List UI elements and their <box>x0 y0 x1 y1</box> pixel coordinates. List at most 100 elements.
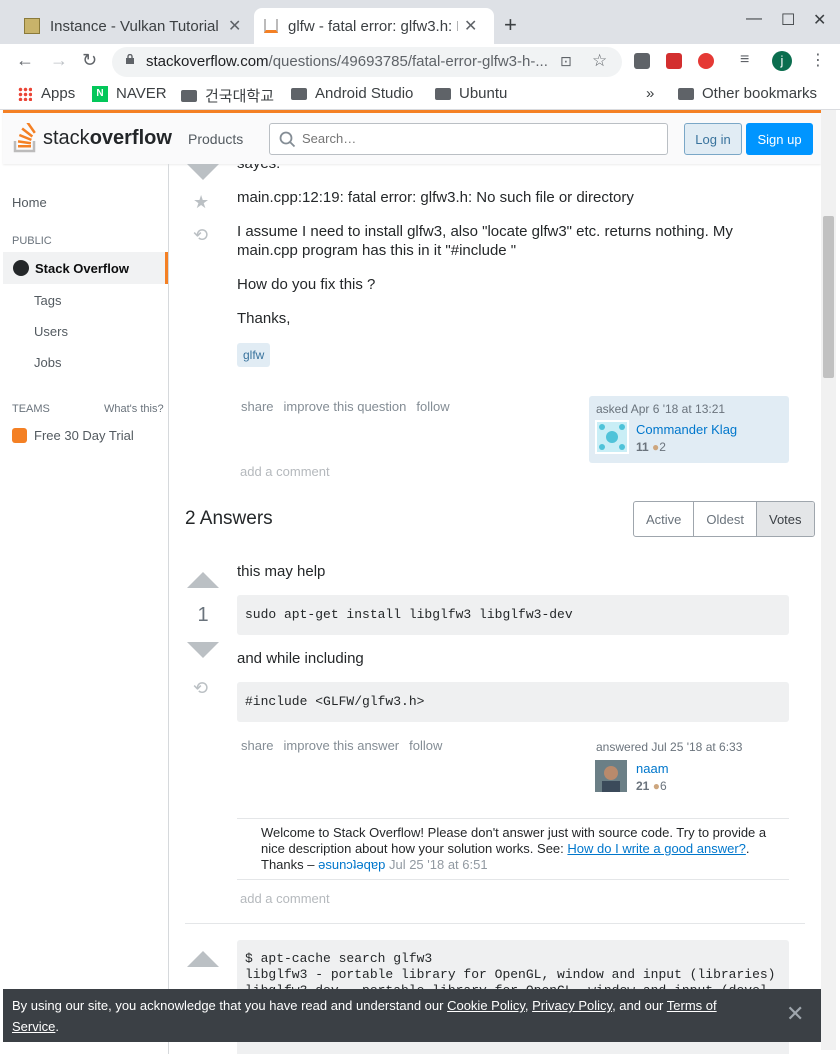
upvote-icon[interactable] <box>187 951 219 967</box>
answered-time: answered Jul 25 '18 at 6:33 <box>596 740 743 754</box>
tab-oldest[interactable]: Oldest <box>694 502 757 536</box>
menu-icon[interactable]: ⋮ <box>810 50 826 70</box>
cookie-text: By using our site, you acknowledge that … <box>12 998 444 1013</box>
tab-active[interactable]: Active <box>634 502 695 536</box>
naver-icon: N <box>92 85 108 102</box>
upvote-icon[interactable] <box>187 572 219 588</box>
maximize-icon[interactable]: ☐ <box>781 10 795 30</box>
bookmark-folder[interactable]: 건국대학교 <box>181 85 274 106</box>
reputation-score: 21 <box>636 779 650 793</box>
user-reputation: 11 ●2 <box>636 440 666 454</box>
answer-score: 1 <box>197 604 209 626</box>
sidebar-item-home[interactable]: Home <box>12 195 47 210</box>
login-button[interactable]: Log in <box>684 123 742 155</box>
answerer-user-card: answered Jul 25 '18 at 6:33 naam 21 ●6 <box>589 736 789 796</box>
close-window-icon[interactable]: ✕ <box>813 10 826 30</box>
products-link[interactable]: Products <box>188 131 243 147</box>
adblock-icon[interactable] <box>698 53 714 69</box>
identicon-icon <box>599 424 625 450</box>
browser-toolbar: ← → ↻ stackoverflow.com/questions/496937… <box>0 44 840 78</box>
follow-link[interactable]: follow <box>416 399 449 414</box>
folder-icon <box>678 87 694 100</box>
share-link[interactable]: share <box>241 399 274 414</box>
favorite-star-icon[interactable]: ★ <box>193 192 209 213</box>
bookmark-apps[interactable]: Apps <box>18 85 75 102</box>
bookmark-naver[interactable]: N NAVER <box>92 85 167 102</box>
sidebar-item-jobs[interactable]: Jobs <box>34 355 61 370</box>
signup-button[interactable]: Sign up <box>746 123 813 155</box>
folder-icon <box>291 87 307 100</box>
improve-answer-link[interactable]: improve this answer <box>284 738 400 753</box>
close-tab-icon[interactable]: ✕ <box>228 16 241 36</box>
minimize-icon[interactable]: — <box>746 10 762 28</box>
folder-icon <box>435 87 451 100</box>
cookie-policy-link[interactable]: Cookie Policy <box>447 998 525 1013</box>
browser-tab-active[interactable]: glfw - fatal error: glfw3.h: No such fil… <box>254 8 494 44</box>
user-name-link[interactable]: naam <box>636 761 669 776</box>
tag-glfw[interactable]: glfw <box>237 343 271 367</box>
add-comment-link[interactable]: add a comment <box>240 891 330 906</box>
new-tab-icon[interactable]: + <box>504 12 517 38</box>
search-box[interactable] <box>269 123 668 155</box>
search-input[interactable] <box>302 131 652 146</box>
close-tab-icon[interactable]: ✕ <box>464 16 477 36</box>
forward-icon[interactable]: → <box>50 50 68 71</box>
other-bookmarks[interactable]: Other bookmarks <box>678 85 817 102</box>
close-icon[interactable]: ✕ <box>786 1003 804 1025</box>
history-icon[interactable]: ⟲ <box>193 225 208 246</box>
star-icon[interactable]: ☆ <box>592 51 607 71</box>
user-name-link[interactable]: Commander Klag <box>636 422 737 437</box>
share-link[interactable]: share <box>241 738 274 753</box>
bookmark-folder[interactable]: Android Studio <box>291 85 413 102</box>
extension-icon[interactable] <box>666 53 682 69</box>
privacy-policy-link[interactable]: Privacy Policy <box>532 998 612 1013</box>
reload-icon[interactable]: ↻ <box>82 50 97 71</box>
comment-link[interactable]: How do I write a good answer? <box>567 841 745 856</box>
translate-icon[interactable]: ⊡ <box>560 53 572 70</box>
improve-question-link[interactable]: improve this question <box>284 399 407 414</box>
question-how: How do you fix this ? <box>237 276 376 293</box>
answer-divider <box>185 923 805 924</box>
tab-votes[interactable]: Votes <box>756 502 814 536</box>
downvote-icon[interactable] <box>187 164 219 180</box>
globe-icon <box>13 260 29 276</box>
free-trial-label: Free 30 Day Trial <box>34 428 134 443</box>
sidebar-item-tags[interactable]: Tags <box>34 293 61 308</box>
answer-mid: and while including <box>237 650 364 667</box>
url-host: stackoverflow.com <box>146 53 269 70</box>
avatar[interactable] <box>595 420 629 454</box>
scrollbar[interactable] <box>821 110 836 1050</box>
profile-avatar[interactable]: j <box>772 51 792 71</box>
cookie-text-and: , and our <box>612 998 664 1013</box>
back-icon[interactable]: ← <box>16 50 34 71</box>
free-trial-link[interactable]: Free 30 Day Trial <box>12 428 134 443</box>
url-path: /questions/49693785/fatal-error-glfw3-h-… <box>268 53 548 70</box>
add-comment-link[interactable]: add a comment <box>240 464 330 479</box>
asker-user-card: asked Apr 6 '18 at 13:21 Commander Klag … <box>589 396 789 463</box>
whats-this-link[interactable]: What's this? <box>104 403 164 415</box>
bookmark-label: Apps <box>41 85 76 102</box>
scrollbar-thumb[interactable] <box>823 216 834 378</box>
teams-briefcase-icon <box>12 428 27 443</box>
apps-grid-icon <box>18 86 32 101</box>
address-bar[interactable]: stackoverflow.com/questions/49693785/fat… <box>112 47 622 77</box>
main-content: ★ ⟲ sayes: main.cpp:12:19: fatal error: … <box>170 164 820 1054</box>
avatar[interactable] <box>595 760 627 792</box>
follow-link[interactable]: follow <box>409 738 442 753</box>
answer-sort-tabs: Active Oldest Votes <box>633 501 815 537</box>
comment-user-link[interactable]: ǝsunɔʇǝqɐp <box>318 857 385 872</box>
history-icon[interactable]: ⟲ <box>193 678 208 699</box>
extension-icon[interactable] <box>634 53 650 69</box>
cookie-banner: By using our site, you acknowledge that … <box>3 989 821 1042</box>
stackoverflow-logo[interactable]: stackoverflow <box>13 123 172 153</box>
bookmark-folder[interactable]: Ubuntu <box>435 85 507 102</box>
downvote-icon[interactable] <box>187 642 219 658</box>
search-icon <box>279 131 296 148</box>
sidebar-section-public: PUBLIC <box>12 235 52 247</box>
more-bookmarks-icon[interactable]: » <box>646 85 654 102</box>
media-icon[interactable]: ≡ <box>740 51 749 69</box>
sidebar-item-users[interactable]: Users <box>34 324 68 339</box>
bronze-badge-count: 2 <box>659 440 666 454</box>
browser-tab[interactable]: Instance - Vulkan Tutorial ✕ <box>14 8 252 44</box>
sidebar-item-stack-overflow[interactable]: Stack Overflow <box>3 252 168 284</box>
